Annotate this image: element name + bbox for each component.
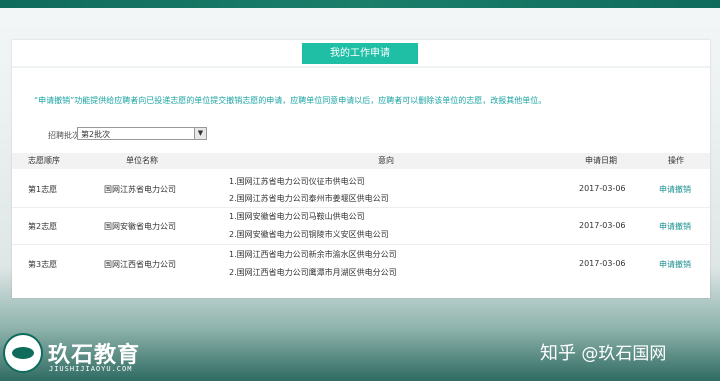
- brand-logo: 玖石教育 JIUSHIJIAOYU.COM: [0, 327, 170, 381]
- zhihu-watermark: 知乎 @玖石国网: [540, 339, 666, 365]
- row-will-2: 2.国网江苏省电力公司泰州市姜堰区供电公司: [229, 194, 389, 203]
- batch-select[interactable]: 第2批次 ▼: [77, 127, 207, 140]
- table-header: 志愿顺序 单位名称 意向 申请日期 操作: [12, 153, 710, 169]
- withdraw-link[interactable]: 申请撤销: [659, 259, 691, 270]
- logo-icon: [3, 333, 43, 373]
- row-date: 2017-03-06: [579, 259, 626, 268]
- title-divider: [12, 66, 710, 68]
- row-unit: 国网安徽省电力公司: [104, 222, 176, 231]
- row-will-1: 1.国网江苏省电力公司仪征市供电公司: [229, 177, 365, 186]
- row-date: 2017-03-06: [579, 221, 626, 230]
- table-row: 第2志愿 国网安徽省电力公司 1.国网安徽省电力公司马鞍山供电公司 2.国网安徽…: [12, 208, 710, 245]
- work-application-panel: 我的工作申请 “申请撤销”功能提供给应聘者向已投递志愿的单位提交撤销志愿的申请，…: [12, 40, 710, 298]
- table-row: 第1志愿 国网江苏省电力公司 1.国网江苏省电力公司仪征市供电公司 2.国网江苏…: [12, 171, 710, 208]
- table-row: 第3志愿 国网江西省电力公司 1.国网江西省电力公司新余市渝水区供电分公司 2.…: [12, 245, 710, 282]
- title-bar: 我的工作申请: [12, 40, 710, 66]
- withdraw-link[interactable]: 申请撤销: [659, 221, 691, 232]
- row-date: 2017-03-06: [579, 184, 626, 193]
- header-will: 意向: [378, 156, 394, 165]
- row-seq: 第2志愿: [28, 222, 58, 231]
- row-unit: 国网江苏省电力公司: [104, 185, 176, 194]
- header-date: 申请日期: [585, 156, 617, 165]
- row-seq: 第3志愿: [28, 260, 58, 269]
- header-seq: 志愿顺序: [28, 156, 60, 165]
- header-action: 操作: [668, 156, 684, 165]
- logo-subtext: JIUSHIJIAOYU.COM: [49, 365, 133, 373]
- batch-select-value: 第2批次: [81, 130, 111, 139]
- row-will-2: 2.国网安徽省电力公司铜陵市义安区供电公司: [229, 230, 389, 239]
- page-title: 我的工作申请: [302, 43, 418, 64]
- chevron-down-icon[interactable]: ▼: [194, 128, 206, 139]
- row-will-1: 1.国网安徽省电力公司马鞍山供电公司: [229, 212, 365, 221]
- withdraw-link[interactable]: 申请撤销: [659, 184, 691, 195]
- row-seq: 第1志愿: [28, 185, 58, 194]
- row-will-1: 1.国网江西省电力公司新余市渝水区供电分公司: [229, 250, 397, 259]
- row-unit: 国网江西省电力公司: [104, 260, 176, 269]
- watermark-handle: @玖石国网: [581, 344, 667, 364]
- watermark-site: 知乎: [540, 343, 576, 364]
- notice-text: “申请撤销”功能提供给应聘者向已投递志愿的单位提交撤销志愿的申请，应聘单位同意申…: [34, 96, 547, 105]
- top-strip: [0, 0, 720, 8]
- row-will-2: 2.国网江西省电力公司鹰潭市月湖区供电分公司: [229, 268, 397, 277]
- header-unit: 单位名称: [126, 156, 158, 165]
